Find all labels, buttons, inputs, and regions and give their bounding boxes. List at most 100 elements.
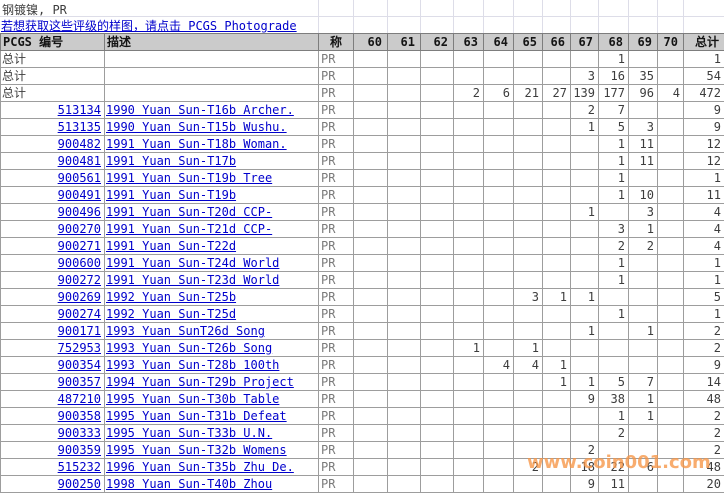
grade-count-cell: 1 <box>629 391 658 408</box>
description-link[interactable]: 1992 Yuan Sun-T25d <box>106 307 236 321</box>
description-link[interactable]: 1994 Yuan Sun-T29b Project <box>106 375 294 389</box>
pcgs-number-link[interactable]: 900357 <box>58 375 101 389</box>
grade-count-cell: 6 <box>484 85 514 102</box>
description-link[interactable]: 1991 Yuan Sun-T19b Tree <box>106 171 272 185</box>
pcgs-number-link[interactable]: 513135 <box>58 120 101 134</box>
grade-count-cell <box>454 153 484 170</box>
description-link[interactable]: 1995 Yuan Sun-T33b U.N. <box>106 426 272 440</box>
description-link[interactable]: 1991 Yuan Sun-T21d CCP- <box>106 222 272 236</box>
description-link[interactable]: 1992 Yuan Sun-T25b <box>106 290 236 304</box>
pcgs-number-link[interactable]: 900250 <box>58 477 101 491</box>
grade-count-cell: 3 <box>571 68 599 85</box>
grade-count-cell: 10 <box>629 187 658 204</box>
pcgs-number-cell: 900481 <box>1 153 105 170</box>
grade-count-cell <box>421 187 454 204</box>
coin-category-label: 钢镀镍, PR <box>2 1 67 18</box>
grade-count-cell <box>421 204 454 221</box>
description-link[interactable]: 1991 Yuan Sun-T19b <box>106 188 236 202</box>
pcgs-number-link[interactable]: 900271 <box>58 239 101 253</box>
grade-type-cell: PR <box>319 85 354 102</box>
description-cell: 1991 Yuan Sun-T19b Tree <box>105 170 319 187</box>
pcgs-number-link[interactable]: 900600 <box>58 256 101 270</box>
pcgs-number-link[interactable]: 900482 <box>58 137 101 151</box>
description-link[interactable]: 1993 Yuan SunT26d Song <box>106 324 265 338</box>
pcgs-number-link[interactable]: 900272 <box>58 273 101 287</box>
grade-count-cell <box>571 255 599 272</box>
col-header-61: 61 <box>388 34 421 51</box>
grade-count-cell <box>514 187 543 204</box>
photograde-link[interactable]: 若想获取这些评级的样图，请点击 PCGS Photograde <box>1 19 297 33</box>
grade-count-cell <box>454 68 484 85</box>
pcgs-number-link[interactable]: 900481 <box>58 154 101 168</box>
pcgs-number-link[interactable]: 513134 <box>58 103 101 117</box>
description-link[interactable]: 1993 Yuan Sun-T28b 100th <box>106 358 279 372</box>
pcgs-number-link[interactable]: 900333 <box>58 426 101 440</box>
grade-type-cell: PR <box>319 255 354 272</box>
grade-count-cell: 1 <box>599 272 629 289</box>
pcgs-number-link[interactable]: 900171 <box>58 324 101 338</box>
pcgs-number-link[interactable]: 900561 <box>58 171 101 185</box>
description-link[interactable]: 1995 Yuan Sun-T31b Defeat <box>106 409 287 423</box>
pcgs-number-link[interactable]: 487210 <box>58 392 101 406</box>
grid-vline <box>453 0 454 33</box>
grade-type-cell: PR <box>319 136 354 153</box>
grade-count-cell <box>543 459 571 476</box>
grade-count-cell <box>484 442 514 459</box>
total-cell: 1 <box>684 272 724 289</box>
grade-count-cell <box>454 425 484 442</box>
description-cell: 1991 Yuan Sun-T21d CCP- <box>105 221 319 238</box>
grade-count-cell <box>354 289 388 306</box>
grade-count-cell <box>658 340 684 357</box>
grade-count-cell <box>454 51 484 68</box>
grade-type-cell: PR <box>319 204 354 221</box>
pcgs-number-link[interactable]: 900496 <box>58 205 101 219</box>
description-link[interactable]: 1995 Yuan Sun-T32b Womens <box>106 443 287 457</box>
grade-count-cell <box>388 408 421 425</box>
grade-count-cell: 3 <box>599 221 629 238</box>
pcgs-number-link[interactable]: 515232 <box>58 460 101 474</box>
description-link[interactable]: 1990 Yuan Sun-T15b Wushu. <box>106 120 287 134</box>
description-link[interactable]: 1993 Yuan Sun-T26b Song <box>106 341 272 355</box>
grid-vline <box>420 0 421 33</box>
description-cell: 1995 Yuan Sun-T30b Table <box>105 391 319 408</box>
description-link[interactable]: 1991 Yuan Sun-T24d World <box>106 256 279 270</box>
pcgs-number-link[interactable]: 900269 <box>58 290 101 304</box>
description-link[interactable]: 1995 Yuan Sun-T30b Table <box>106 392 279 406</box>
grade-count-cell <box>484 391 514 408</box>
grade-count-cell <box>571 153 599 170</box>
description-link[interactable]: 1991 Yuan Sun-T18b Woman. <box>106 137 287 151</box>
pcgs-number-link[interactable]: 900491 <box>58 188 101 202</box>
grade-count-cell: 7 <box>599 102 629 119</box>
grade-count-cell <box>354 272 388 289</box>
pcgs-number-link[interactable]: 900358 <box>58 409 101 423</box>
description-link[interactable]: 1991 Yuan Sun-T23d World <box>106 273 279 287</box>
pcgs-number-link[interactable]: 900270 <box>58 222 101 236</box>
pcgs-number-link[interactable]: 900274 <box>58 307 101 321</box>
grade-count-cell <box>484 323 514 340</box>
description-link[interactable]: 1991 Yuan Sun-T22d <box>106 239 236 253</box>
grade-count-cell <box>514 170 543 187</box>
description-cell: 1991 Yuan Sun-T24d World <box>105 255 319 272</box>
description-link[interactable]: 1990 Yuan Sun-T16b Archer. <box>106 103 294 117</box>
pcgs-number-link[interactable]: 752953 <box>58 341 101 355</box>
pcgs-number-link[interactable]: 900354 <box>58 358 101 372</box>
grade-count-cell <box>454 476 484 493</box>
grade-count-cell <box>514 68 543 85</box>
description-link[interactable]: 1996 Yuan Sun-T35b Zhu De. <box>106 460 294 474</box>
grade-count-cell <box>514 374 543 391</box>
description-cell: 1995 Yuan Sun-T31b Defeat <box>105 408 319 425</box>
description-link[interactable]: 1991 Yuan Sun-T20d CCP- <box>106 205 272 219</box>
grade-count-cell <box>354 408 388 425</box>
grade-count-cell <box>658 204 684 221</box>
grade-count-cell <box>484 153 514 170</box>
grade-count-cell <box>543 187 571 204</box>
pcgs-number-link[interactable]: 900359 <box>58 443 101 457</box>
total-cell: 48 <box>684 391 724 408</box>
description-link[interactable]: 1998 Yuan Sun-T40b Zhou <box>106 477 272 491</box>
grade-count-cell <box>514 153 543 170</box>
grade-count-cell: 1 <box>514 340 543 357</box>
pcgs-number-cell: 752953 <box>1 340 105 357</box>
grade-count-cell <box>454 408 484 425</box>
description-link[interactable]: 1991 Yuan Sun-T17b <box>106 154 236 168</box>
grade-count-cell <box>571 306 599 323</box>
